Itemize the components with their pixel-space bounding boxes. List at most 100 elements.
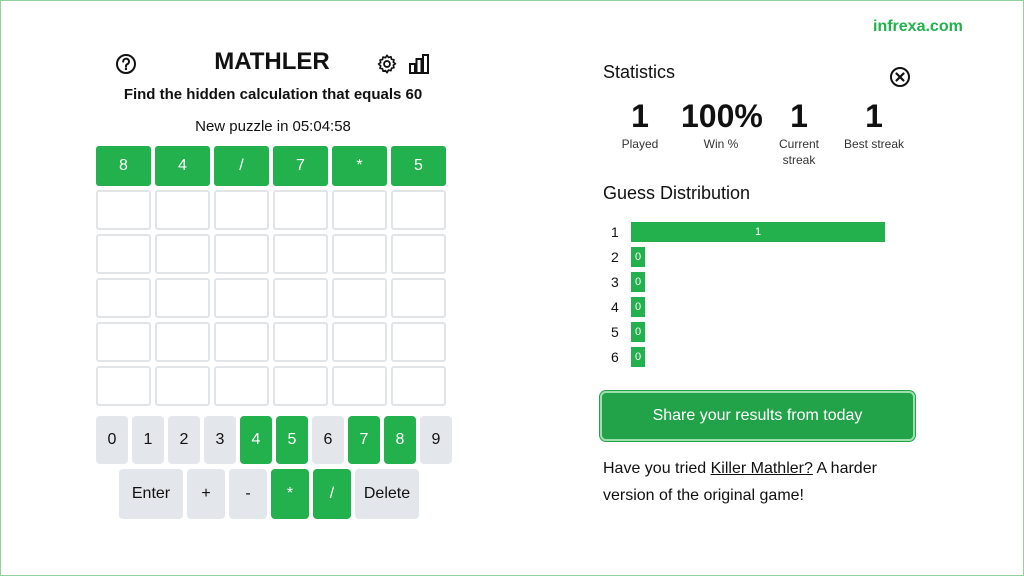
key-plus[interactable]: + — [187, 469, 225, 519]
board-row — [96, 234, 450, 274]
close-circle-icon[interactable] — [889, 66, 910, 87]
distribution-bar: 0 — [631, 246, 645, 267]
board-tile — [155, 322, 210, 362]
board-tile — [391, 366, 446, 406]
guess-number: 2 — [611, 248, 619, 265]
board-tile — [155, 190, 210, 230]
countdown-label: New puzzle in — [195, 118, 289, 135]
guess-distribution-title: Guess Distribution — [603, 183, 751, 203]
board-tile — [332, 234, 387, 274]
board-tile — [391, 278, 446, 318]
board-tile — [332, 278, 387, 318]
key-7[interactable]: 7 — [348, 416, 380, 464]
board-tile — [214, 278, 269, 318]
key-3[interactable]: 3 — [204, 416, 236, 464]
board-tile — [273, 366, 328, 406]
board-tile — [96, 234, 151, 274]
distribution-row: 11 — [611, 219, 885, 244]
gear-icon[interactable] — [375, 52, 399, 76]
stat-value: 100% — [681, 98, 763, 134]
board-tile — [155, 366, 210, 406]
stat-value: 1 — [631, 98, 649, 134]
distribution-bar: 0 — [631, 296, 645, 317]
key-0[interactable]: 0 — [96, 416, 128, 464]
puzzle-subtitle: Find the hidden calculation that equals … — [123, 86, 423, 103]
board-row: 8 4/7 * 5 — [96, 146, 450, 186]
key-enter[interactable]: Enter — [119, 469, 183, 519]
countdown: New puzzle in 05:04:58 — [96, 118, 450, 135]
board-row — [96, 278, 450, 318]
operator-keyboard-row: Enter + - * / Delete — [119, 469, 419, 519]
guess-number: 5 — [611, 323, 619, 340]
game-title: MATHLER — [214, 48, 330, 75]
killer-mathler-link[interactable]: Killer Mathler? — [711, 460, 813, 477]
statistics-title: Statistics — [603, 62, 676, 82]
game-board: 8 4/7 * 5 — [96, 146, 450, 410]
stat-label: Current streak — [778, 137, 819, 167]
stat-label: Win % — [703, 137, 739, 151]
board-tile — [96, 190, 151, 230]
promo-prefix: Have you tried — [603, 460, 711, 477]
board-tile — [391, 234, 446, 274]
key-delete[interactable]: Delete — [355, 469, 419, 519]
board-tile — [332, 190, 387, 230]
board-tile — [273, 322, 328, 362]
board-tile: 5 — [391, 146, 446, 186]
key-1[interactable]: 1 — [132, 416, 164, 464]
key-9[interactable]: 9 — [420, 416, 452, 464]
digit-keyboard-row: 0123456789 — [96, 416, 452, 464]
distribution-row: 60 — [611, 344, 885, 369]
board-tile — [332, 366, 387, 406]
board-tile — [96, 278, 151, 318]
board-tile — [155, 278, 210, 318]
board-tile — [214, 322, 269, 362]
brand-watermark: infrexa.com — [873, 18, 963, 35]
board-tile — [273, 234, 328, 274]
board-tile — [96, 322, 151, 362]
guess-distribution: 112030405060 — [611, 219, 885, 369]
key-2[interactable]: 2 — [168, 416, 200, 464]
key-6[interactable]: 6 — [312, 416, 344, 464]
distribution-bar: 0 — [631, 271, 645, 292]
stat-best-streak: 1 Best streak — [834, 98, 914, 152]
key-multiply[interactable]: * — [271, 469, 309, 519]
board-row — [96, 322, 450, 362]
board-row — [96, 190, 450, 230]
board-tile: * — [332, 146, 387, 186]
distribution-row: 50 — [611, 319, 885, 344]
board-tile — [214, 190, 269, 230]
stat-current-streak: 1 Current streak — [759, 98, 839, 168]
board-tile: 8 — [96, 146, 151, 186]
stat-value: 1 — [865, 98, 883, 134]
help-circle-icon[interactable] — [114, 52, 138, 76]
board-tile: / — [214, 146, 269, 186]
board-tile — [214, 234, 269, 274]
promo-text: Have you tried Killer Mathler? A harder … — [603, 455, 913, 509]
key-4[interactable]: 4 — [240, 416, 272, 464]
share-results-button[interactable]: Share your results from today — [600, 391, 915, 441]
stat-value: 1 — [790, 98, 808, 134]
guess-number: 4 — [611, 298, 619, 315]
stat-played: 1 Played — [600, 98, 680, 152]
key-5[interactable]: 5 — [276, 416, 308, 464]
key-minus[interactable]: - — [229, 469, 267, 519]
distribution-row: 40 — [611, 294, 885, 319]
bar-chart-icon[interactable] — [407, 52, 431, 76]
countdown-time: 05:04:58 — [292, 118, 351, 135]
key-divide[interactable]: / — [313, 469, 351, 519]
board-tile — [273, 190, 328, 230]
distribution-row: 20 — [611, 244, 885, 269]
board-tile — [332, 322, 387, 362]
guess-number: 1 — [611, 223, 619, 240]
stat-label: Best streak — [843, 137, 905, 151]
board-tile — [214, 366, 269, 406]
guess-number: 6 — [611, 348, 619, 365]
board-tile — [391, 190, 446, 230]
stat-win-percent: 100% Win % — [681, 98, 763, 152]
distribution-bar: 0 — [631, 321, 645, 342]
key-8[interactable]: 8 — [384, 416, 416, 464]
board-tile: 4 — [155, 146, 210, 186]
board-tile — [155, 234, 210, 274]
board-tile — [391, 322, 446, 362]
board-tile — [273, 278, 328, 318]
